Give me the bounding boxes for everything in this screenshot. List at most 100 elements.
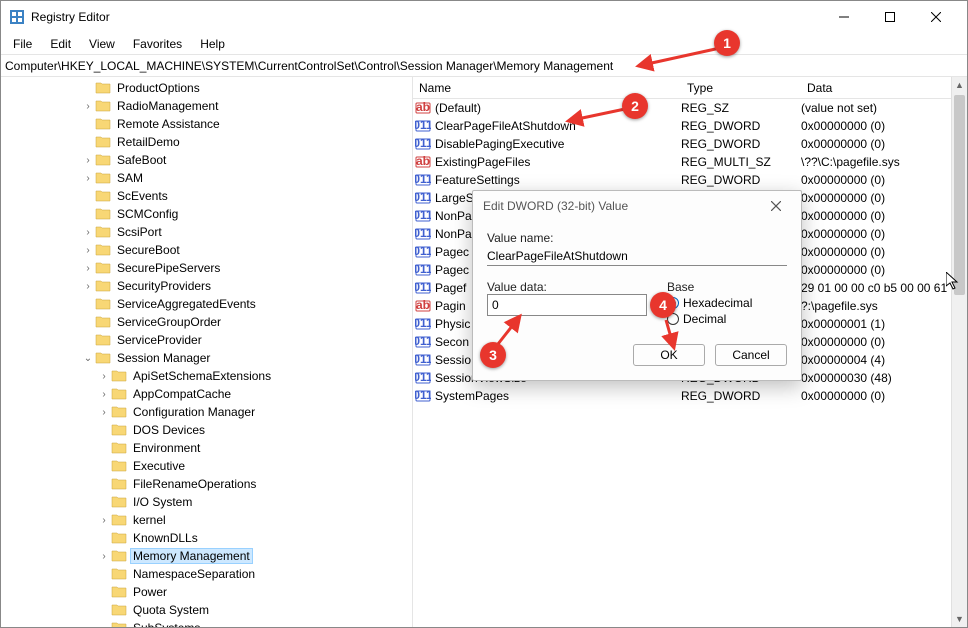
tree-item[interactable]: ›RadioManagement <box>1 97 412 115</box>
chevron-right-icon[interactable]: › <box>81 227 95 238</box>
tree-item[interactable]: ›Memory Management <box>1 547 412 565</box>
svg-text:011: 011 <box>415 316 431 330</box>
cancel-button[interactable]: Cancel <box>715 344 787 366</box>
tree-item[interactable]: ›SecureBoot <box>1 241 412 259</box>
tree-item[interactable]: ›ApiSetSchemaExtensions <box>1 367 412 385</box>
tree-item[interactable]: ›ScsiPort <box>1 223 412 241</box>
tree-item[interactable]: SubSystems <box>1 619 412 627</box>
tree-item-label: ProductOptions <box>115 81 202 95</box>
tree-item[interactable]: ScEvents <box>1 187 412 205</box>
tree-item[interactable]: ›AppCompatCache <box>1 385 412 403</box>
value-data: 29 01 00 00 c0 b5 00 00 61 be <box>801 281 967 295</box>
tree-item[interactable]: RetailDemo <box>1 133 412 151</box>
folder-icon <box>111 584 127 600</box>
value-type: REG_DWORD <box>681 389 801 403</box>
tree-item[interactable]: Quota System <box>1 601 412 619</box>
menu-favorites[interactable]: Favorites <box>125 35 190 53</box>
value-data-field[interactable] <box>487 294 647 316</box>
value-data: 0x00000000 (0) <box>801 191 967 205</box>
folder-icon <box>95 296 111 312</box>
tree-item[interactable]: DOS Devices <box>1 421 412 439</box>
tree-item[interactable]: SCMConfig <box>1 205 412 223</box>
tree-item[interactable]: ServiceProvider <box>1 331 412 349</box>
chevron-right-icon[interactable]: › <box>81 245 95 256</box>
tree-item[interactable]: ProductOptions <box>1 79 412 97</box>
chevron-right-icon[interactable]: › <box>97 551 111 562</box>
list-row[interactable]: abExistingPageFilesREG_MULTI_SZ\??\C:\pa… <box>413 153 967 171</box>
tree-item[interactable]: ›SecurePipeServers <box>1 259 412 277</box>
chevron-right-icon[interactable]: › <box>97 407 111 418</box>
scroll-up-button[interactable]: ▲ <box>952 77 967 93</box>
list-scrollbar[interactable]: ▲ ▼ <box>951 77 967 627</box>
value-name: ExistingPageFiles <box>433 155 681 169</box>
chevron-right-icon[interactable]: › <box>97 515 111 526</box>
svg-text:ab: ab <box>416 298 430 312</box>
chevron-right-icon[interactable]: › <box>81 173 95 184</box>
menu-file[interactable]: File <box>5 35 40 53</box>
menu-view[interactable]: View <box>81 35 123 53</box>
tree-item[interactable]: ServiceAggregatedEvents <box>1 295 412 313</box>
close-button[interactable] <box>913 2 959 32</box>
scroll-thumb[interactable] <box>954 95 965 295</box>
tree-item[interactable]: FileRenameOperations <box>1 475 412 493</box>
tree-item[interactable]: NamespaceSeparation <box>1 565 412 583</box>
radio-decimal[interactable]: Decimal <box>667 312 787 326</box>
tree-item-label: RetailDemo <box>115 135 182 149</box>
folder-icon <box>95 116 111 132</box>
chevron-right-icon[interactable]: › <box>81 281 95 292</box>
list-row[interactable]: 011SystemPagesREG_DWORD0x00000000 (0) <box>413 387 967 405</box>
list-header[interactable]: Name Type Data <box>413 77 967 99</box>
tree-item[interactable]: KnownDLLs <box>1 529 412 547</box>
list-row[interactable]: 011DisablePagingExecutiveREG_DWORD0x0000… <box>413 135 967 153</box>
tree-item[interactable]: Environment <box>1 439 412 457</box>
value-data: 0x00000030 (48) <box>801 371 967 385</box>
tree-item[interactable]: ⌄Session Manager <box>1 349 412 367</box>
value-name-field[interactable] <box>487 247 787 266</box>
dword-value-icon: 011 <box>413 226 433 242</box>
tree-item[interactable]: I/O System <box>1 493 412 511</box>
folder-icon <box>95 98 111 114</box>
tree-view[interactable]: ProductOptions ›RadioManagementRemote Ass… <box>1 77 413 627</box>
svg-text:011: 011 <box>415 136 431 150</box>
chevron-right-icon[interactable]: › <box>97 371 111 382</box>
tree-item[interactable]: ›SecurityProviders <box>1 277 412 295</box>
tree-item[interactable]: › kernel <box>1 511 412 529</box>
dialog-titlebar[interactable]: Edit DWORD (32-bit) Value <box>473 191 801 221</box>
tree-item[interactable]: ›SafeBoot <box>1 151 412 169</box>
ok-button[interactable]: OK <box>633 344 705 366</box>
value-data: 0x00000000 (0) <box>801 173 967 187</box>
minimize-button[interactable] <box>821 2 867 32</box>
dword-value-icon: 011 <box>413 118 433 134</box>
col-header-data[interactable]: Data <box>801 79 967 97</box>
chevron-down-icon[interactable]: ⌄ <box>81 353 95 364</box>
folder-icon <box>111 602 127 618</box>
address-bar[interactable]: Computer\HKEY_LOCAL_MACHINE\SYSTEM\Curre… <box>1 55 967 77</box>
list-row[interactable]: 011ClearPageFileAtShutdownREG_DWORD0x000… <box>413 117 967 135</box>
tree-item[interactable]: Power <box>1 583 412 601</box>
tree-item[interactable]: Executive <box>1 457 412 475</box>
tree-item[interactable]: ServiceGroupOrder <box>1 313 412 331</box>
maximize-button[interactable] <box>867 2 913 32</box>
col-header-type[interactable]: Type <box>681 79 801 97</box>
tree-item[interactable]: ›Configuration Manager <box>1 403 412 421</box>
tree-item[interactable]: ›SAM <box>1 169 412 187</box>
titlebar[interactable]: Registry Editor <box>1 1 967 33</box>
value-name: SystemPages <box>433 389 681 403</box>
chevron-right-icon[interactable]: › <box>81 155 95 166</box>
tree-item-label: kernel <box>131 513 168 527</box>
list-row[interactable]: 011FeatureSettingsREG_DWORD0x00000000 (0… <box>413 171 967 189</box>
tree-item[interactable]: Remote Assistance <box>1 115 412 133</box>
dialog-close-button[interactable] <box>761 191 791 221</box>
chevron-right-icon[interactable]: › <box>81 101 95 112</box>
edit-dword-dialog[interactable]: Edit DWORD (32-bit) Value Value name: Va… <box>472 190 802 381</box>
chevron-right-icon[interactable]: › <box>81 263 95 274</box>
menu-edit[interactable]: Edit <box>42 35 79 53</box>
menu-help[interactable]: Help <box>192 35 233 53</box>
folder-icon <box>111 386 127 402</box>
svg-text:011: 011 <box>415 370 431 384</box>
scroll-down-button[interactable]: ▼ <box>952 611 967 627</box>
radio-hexadecimal[interactable]: Hexadecimal <box>667 296 787 310</box>
list-row[interactable]: ab(Default)REG_SZ(value not set) <box>413 99 967 117</box>
folder-icon <box>95 188 111 204</box>
chevron-right-icon[interactable]: › <box>97 389 111 400</box>
